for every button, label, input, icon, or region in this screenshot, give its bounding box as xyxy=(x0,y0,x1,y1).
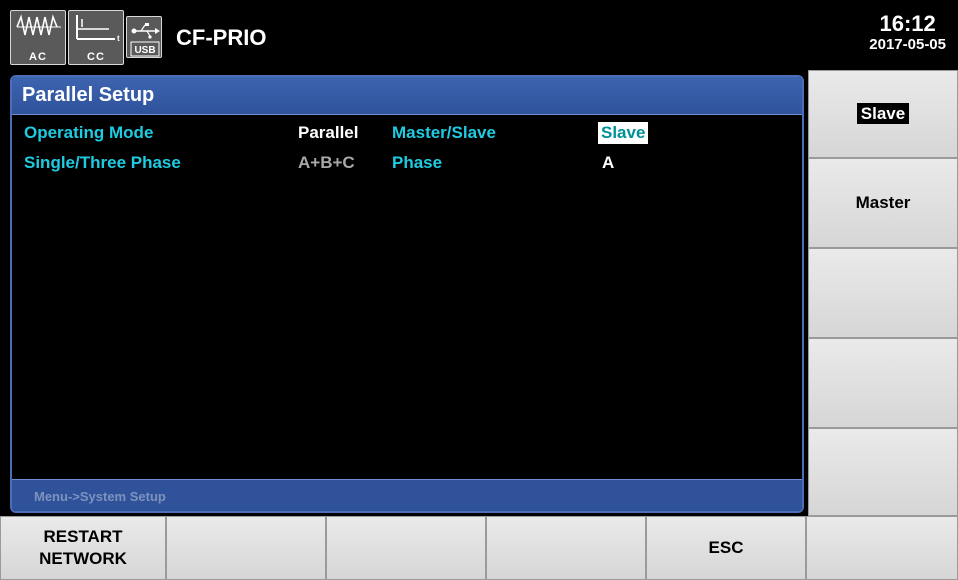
operating-mode-value[interactable]: Parallel xyxy=(298,123,359,143)
bottom-softkey-6[interactable] xyxy=(806,516,958,580)
esc-button[interactable]: ESC xyxy=(646,516,806,580)
cc-label: CC xyxy=(87,51,105,63)
softkey-5[interactable] xyxy=(808,428,958,516)
app-title: CF-PRIO xyxy=(176,25,267,50)
restart-network-line2: NETWORK xyxy=(39,549,127,568)
ac-label: AC xyxy=(29,51,47,63)
softkey-3[interactable] xyxy=(808,248,958,338)
panel-title: Parallel Setup xyxy=(22,84,155,106)
clock-time: 16:12 xyxy=(879,11,936,36)
status-bar: AC t CC USB CF-PRIO 16:12 2017-05-05 xyxy=(0,0,958,70)
phase-row[interactable]: Single/Three Phase A+B+C Phase A xyxy=(12,149,802,177)
restart-network-line1: RESTART xyxy=(43,527,123,546)
ac-waveform-icon: AC xyxy=(10,10,66,65)
esc-label: ESC xyxy=(708,538,744,557)
usb-label: USB xyxy=(134,45,155,56)
bottom-softkeys: RESTART NETWORK ESC xyxy=(0,516,958,580)
softkey-4[interactable] xyxy=(808,338,958,428)
bottom-softkey-3[interactable] xyxy=(326,516,486,580)
panel-header: Parallel Setup xyxy=(12,77,802,115)
softkey-slave[interactable]: Slave xyxy=(808,70,958,158)
breadcrumb: Menu->System Setup xyxy=(12,479,802,511)
softkey-master-label: Master xyxy=(855,193,911,212)
bottom-softkey-4[interactable] xyxy=(486,516,646,580)
phase-label: Phase xyxy=(392,153,443,172)
clock: 16:12 2017-05-05 xyxy=(869,12,946,54)
bottom-softkey-2[interactable] xyxy=(166,516,326,580)
parallel-setup-panel: Parallel Setup Operating Mode Parallel M… xyxy=(10,75,804,513)
clock-date: 2017-05-05 xyxy=(869,36,946,53)
svg-text:t: t xyxy=(117,34,120,43)
softkey-slave-label: Slave xyxy=(856,103,910,124)
master-slave-value[interactable]: Slave xyxy=(598,122,649,144)
breadcrumb-text: Menu->System Setup xyxy=(34,489,166,504)
cc-graph-icon: t CC xyxy=(68,10,124,65)
single-three-phase-value[interactable]: A+B+C xyxy=(298,153,355,173)
single-three-phase-label: Single/Three Phase xyxy=(24,153,181,172)
operating-mode-row[interactable]: Operating Mode Parallel Master/Slave Sla… xyxy=(12,119,802,147)
right-softkeys: Slave Master xyxy=(808,70,958,516)
master-slave-label: Master/Slave xyxy=(392,123,496,142)
usb-icon: USB xyxy=(126,16,162,58)
softkey-master[interactable]: Master xyxy=(808,158,958,248)
restart-network-button[interactable]: RESTART NETWORK xyxy=(0,516,166,580)
operating-mode-label: Operating Mode xyxy=(24,123,154,142)
phase-value[interactable]: A xyxy=(602,153,614,173)
